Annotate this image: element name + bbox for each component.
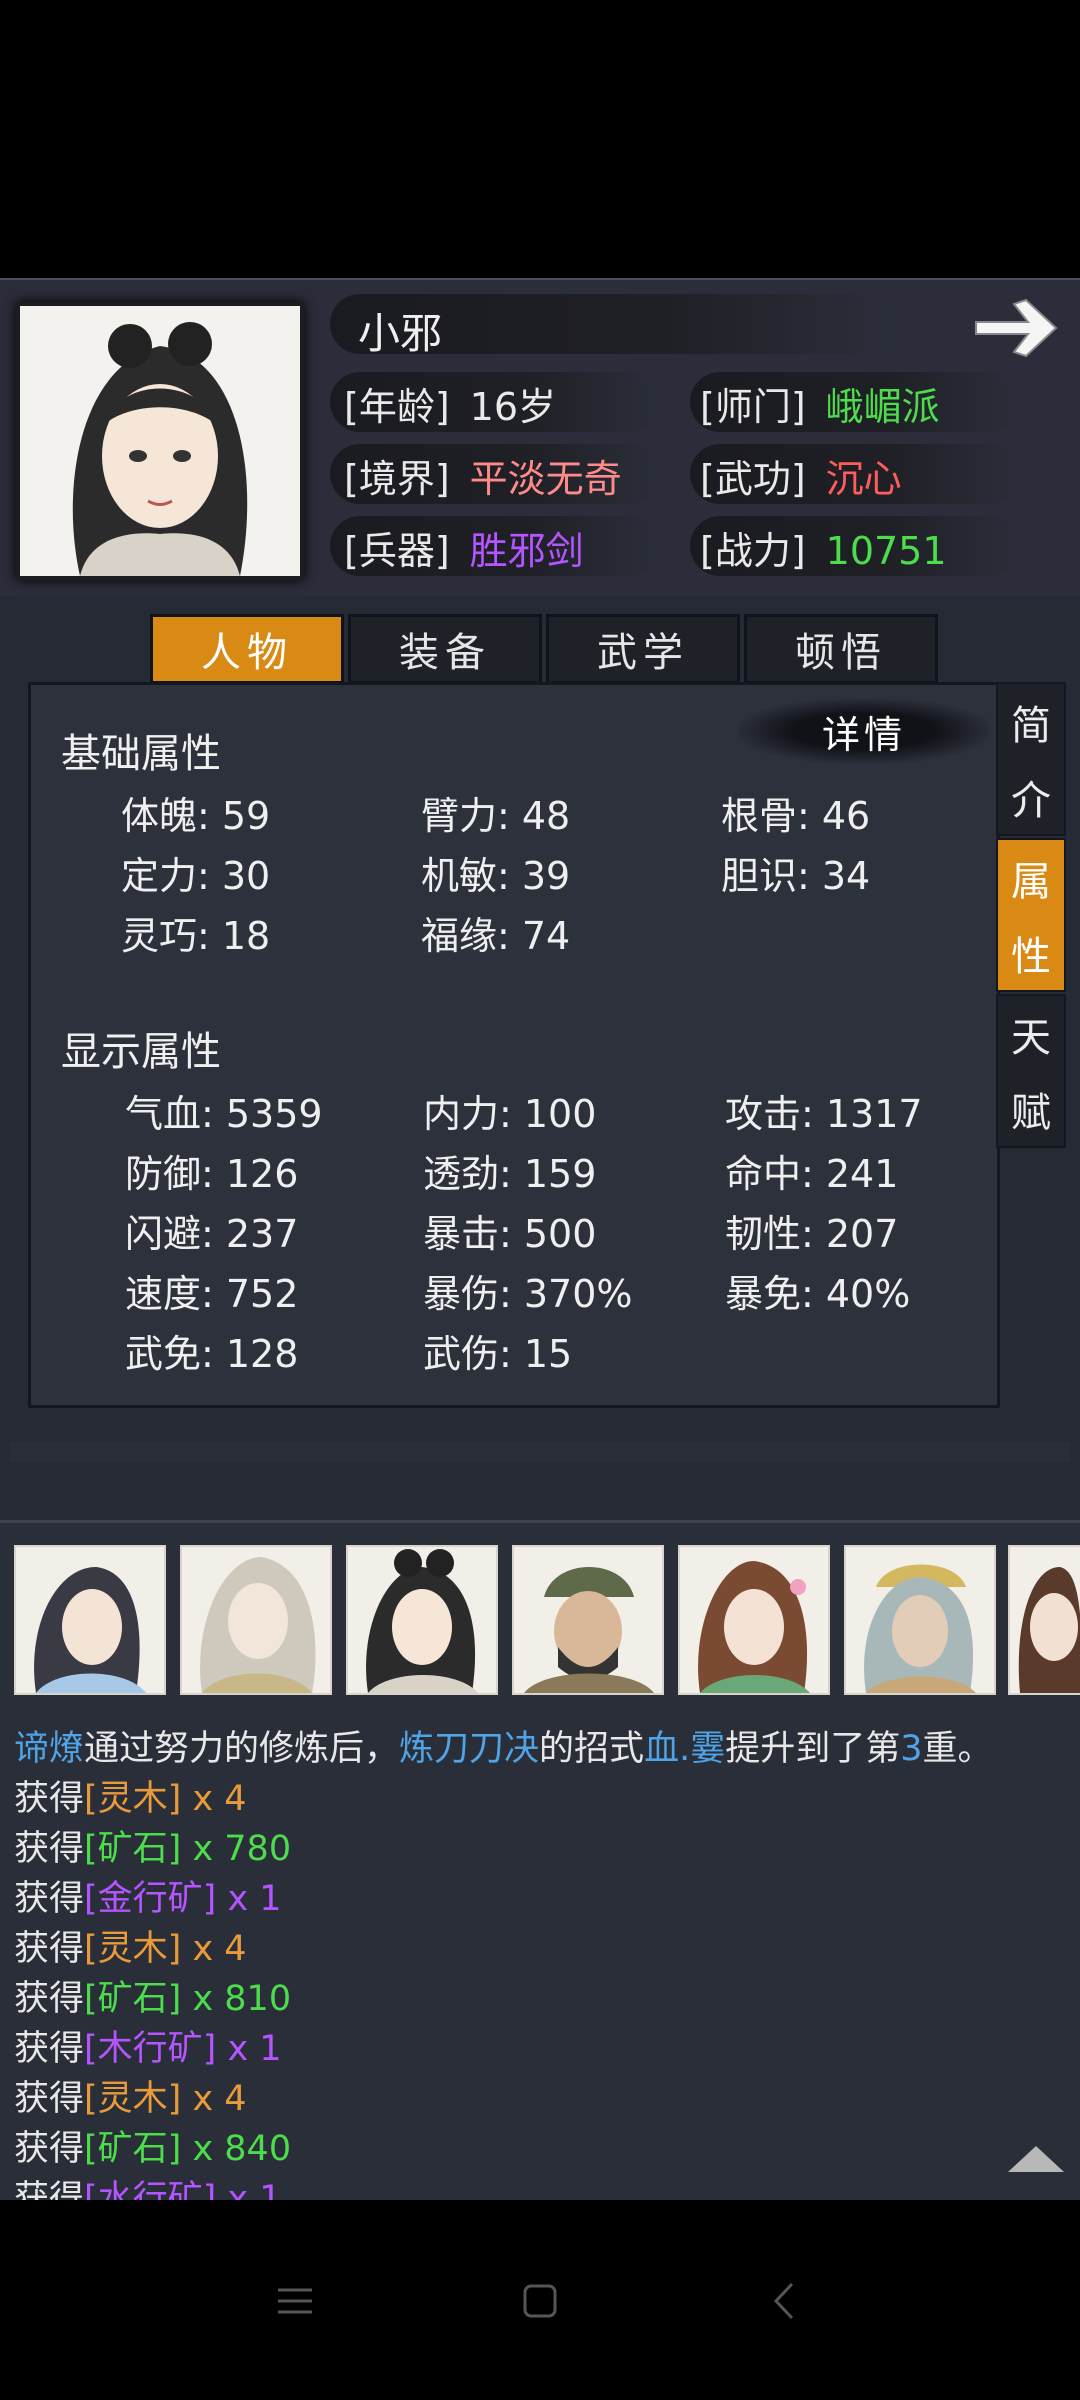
martial-art-field: [武功] 沉心 <box>700 457 902 501</box>
attributes-main: 人物 装备 武学 顿悟 详情 基础属性 体魄: 59 臂力: 48 根骨: 46… <box>0 596 1080 1520</box>
stat-martial-damage: 武伤: 15 <box>423 1332 573 1376</box>
character-portrait <box>16 302 304 580</box>
top-tabs: 人物 装备 武学 顿悟 <box>150 614 938 684</box>
attributes-panel: 详情 基础属性 体魄: 59 臂力: 48 根骨: 46 定力: 30 机敏: … <box>28 682 1000 1408</box>
log-line: 获得[矿石] x 810 <box>14 1979 292 2019</box>
tab-character[interactable]: 人物 <box>150 614 344 684</box>
stat-accuracy: 命中: 241 <box>725 1152 899 1196</box>
stat-penetration: 透劲: 159 <box>423 1152 597 1196</box>
character-name: 小邪 <box>358 309 443 358</box>
log-line: 获得[矿石] x 840 <box>14 2129 292 2169</box>
stat-arm-strength: 臂力: 48 <box>421 794 571 838</box>
side-tab-talent[interactable]: 天赋 <box>996 994 1066 1148</box>
team-avatar-2[interactable] <box>180 1545 332 1695</box>
realm-field: [境界] 平淡无奇 <box>344 457 622 501</box>
status-bar-area <box>0 0 1080 278</box>
log-line: 获得[水行矿] x 1 <box>14 2179 282 2200</box>
tab-martial-arts[interactable]: 武学 <box>546 614 740 684</box>
portrait-image <box>20 306 300 576</box>
side-tab-attributes[interactable]: 属性 <box>996 838 1066 992</box>
stat-hp: 气血: 5359 <box>125 1092 323 1136</box>
display-attributes-title: 显示属性 <box>61 1029 221 1075</box>
tab-equipment[interactable]: 装备 <box>348 614 542 684</box>
stat-bone: 根骨: 46 <box>721 794 871 838</box>
stat-crit: 暴击: 500 <box>423 1212 597 1256</box>
back-icon[interactable] <box>760 2276 810 2326</box>
team-avatar-6[interactable] <box>844 1545 996 1695</box>
team-avatar-5[interactable] <box>678 1545 830 1695</box>
stat-tenacity: 韧性: 207 <box>725 1212 899 1256</box>
log-line: 获得[灵木] x 4 <box>14 1929 247 1969</box>
side-tabs: 简介 属性 天赋 <box>996 682 1066 1150</box>
stat-dexterity: 灵巧: 18 <box>121 914 271 958</box>
weapon-field: [兵器] 胜邪剑 <box>344 529 584 573</box>
stat-defense: 防御: 126 <box>125 1152 299 1196</box>
side-tab-intro[interactable]: 简介 <box>996 682 1066 836</box>
stat-fortune: 福缘: 74 <box>421 914 571 958</box>
stat-crit-damage: 暴伤: 370% <box>423 1272 633 1316</box>
log-line: 获得[金行矿] x 1 <box>14 1879 282 1919</box>
log-line: 获得[木行矿] x 1 <box>14 2029 282 2069</box>
stat-martial-immunity: 武免: 128 <box>125 1332 299 1376</box>
stat-dodge: 闪避: 237 <box>125 1212 299 1256</box>
basic-attributes-title: 基础属性 <box>61 731 221 777</box>
details-button[interactable]: 详情 <box>739 699 989 763</box>
log-line: 获得[灵木] x 4 <box>14 1779 247 1819</box>
stat-physique: 体魄: 59 <box>121 794 271 838</box>
team-avatars <box>0 1520 1080 1723</box>
team-avatar-1[interactable] <box>14 1545 166 1695</box>
team-avatar-4[interactable] <box>512 1545 664 1695</box>
home-icon[interactable] <box>515 2276 565 2326</box>
combat-power-field: [战力] 10751 <box>700 529 947 573</box>
stat-agility: 机敏: 39 <box>421 854 571 898</box>
age-field: [年龄] 16岁 <box>344 385 557 429</box>
next-arrow-icon[interactable] <box>972 296 1062 360</box>
stat-composure: 定力: 30 <box>121 854 271 898</box>
panel-bottom-bar <box>10 1442 1070 1462</box>
stat-courage: 胆识: 34 <box>721 854 871 898</box>
tab-enlightenment[interactable]: 顿悟 <box>744 614 938 684</box>
log-line: 获得[灵木] x 4 <box>14 2079 247 2119</box>
stat-crit-resist: 暴免: 40% <box>725 1272 911 1316</box>
battle-log: 谛燎通过努力的修炼后，炼刀刀决的招式血.霎提升到了第3重。 获得[灵木] x 4… <box>0 1720 1080 2200</box>
system-nav-bar <box>0 2200 1080 2400</box>
sect-field: [师门] 峨嵋派 <box>700 385 940 429</box>
scroll-up-icon[interactable] <box>1004 2140 1068 2176</box>
log-line: 谛燎通过努力的修炼后，炼刀刀决的招式血.霎提升到了第3重。 <box>14 1729 993 1769</box>
character-header: 小邪 [年龄] 16岁 [师门] 峨嵋派 [境界] 平淡无奇 [武功] 沉心 [兵器] 胜… <box>0 278 1080 598</box>
team-avatar-3[interactable] <box>346 1545 498 1695</box>
log-line: 获得[矿石] x 780 <box>14 1829 292 1869</box>
stat-inner-force: 内力: 100 <box>423 1092 597 1136</box>
team-avatar-7[interactable] <box>1008 1545 1080 1695</box>
menu-icon[interactable] <box>270 2276 320 2326</box>
stat-attack: 攻击: 1317 <box>725 1092 923 1136</box>
stat-speed: 速度: 752 <box>125 1272 299 1316</box>
